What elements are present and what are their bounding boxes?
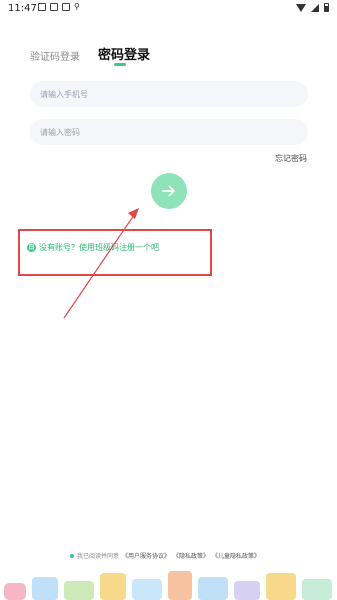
footer-illustration — [4, 571, 332, 600]
service-agreement-link[interactable]: 《用户服务协议》 — [122, 551, 170, 560]
privacy-policy-link[interactable]: 《隐私政策》 — [173, 551, 209, 560]
agreement-checkbox[interactable] — [70, 553, 74, 558]
annotation-arrow — [63, 208, 139, 319]
child-privacy-policy-link[interactable]: 《儿童隐私政策》 — [212, 551, 260, 560]
agreement-row: 我已阅读并同意 《用户服务协议》 《隐私政策》 《儿童隐私政策》 — [70, 551, 260, 560]
agreement-prefix: 我已阅读并同意 — [77, 553, 120, 560]
